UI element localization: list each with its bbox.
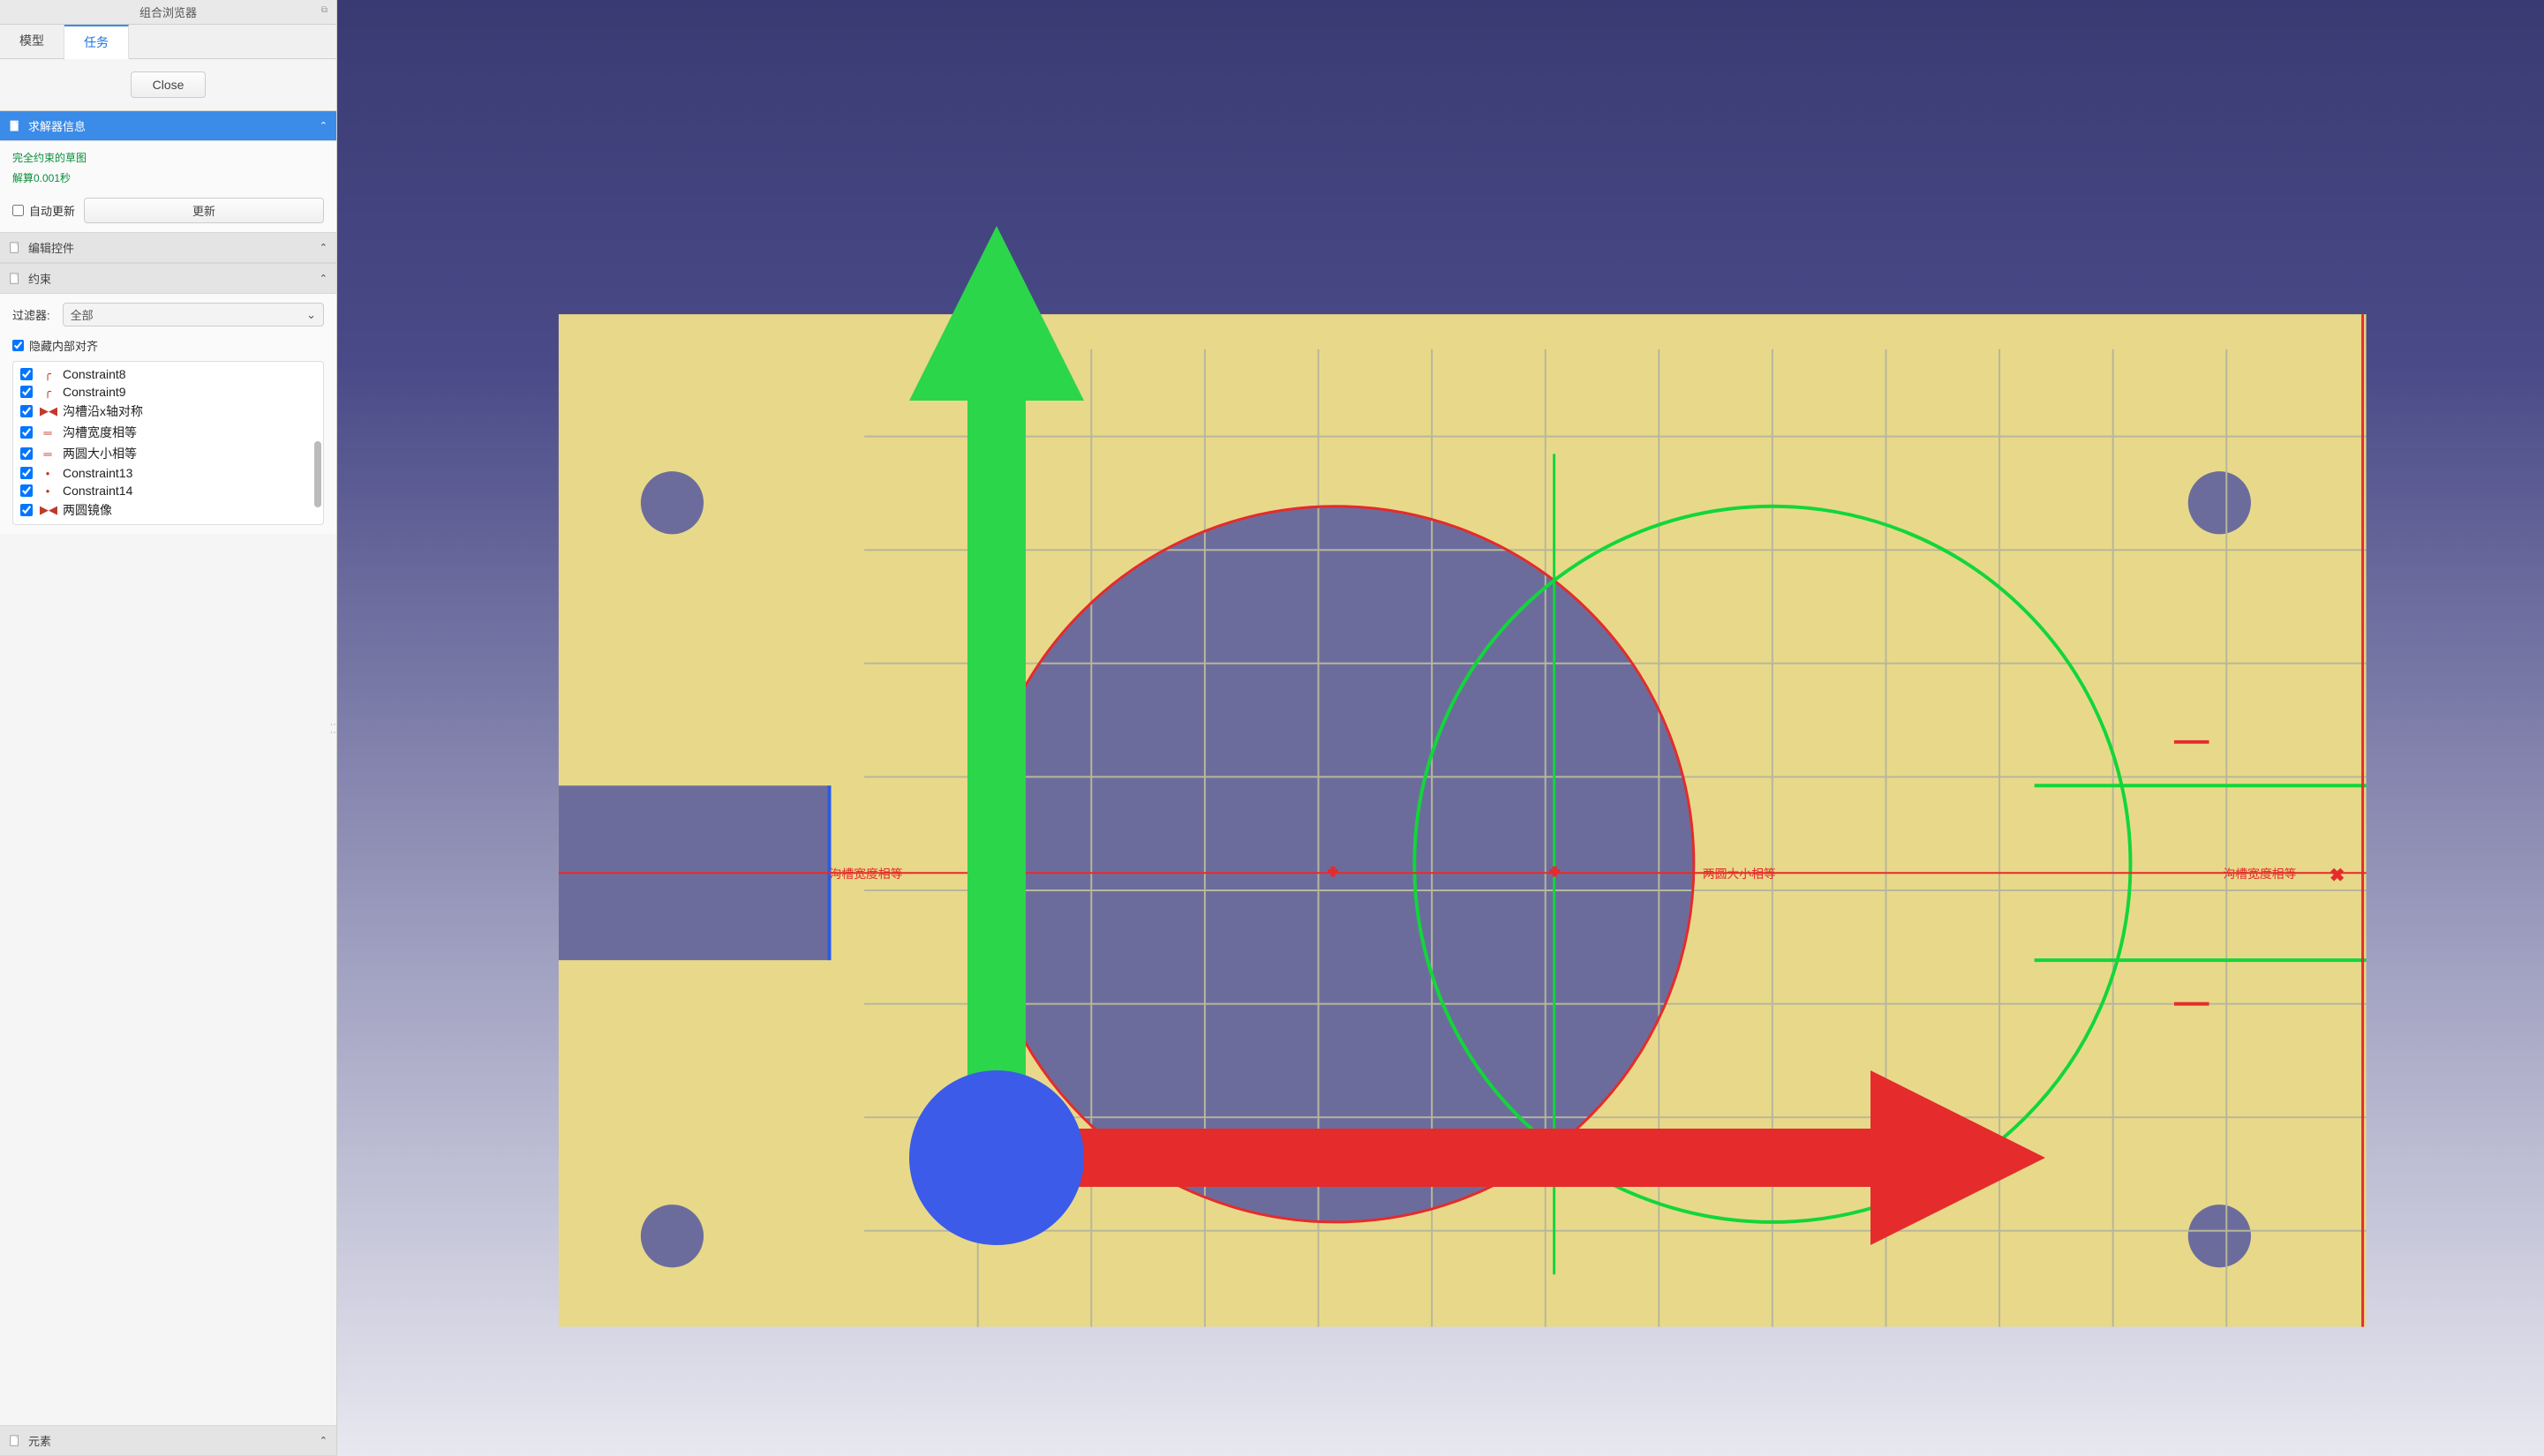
sidebar-title-bar: 组合浏览器 ⧉ <box>0 0 336 25</box>
3d-viewport[interactable]: ✕ + + 沟槽宽度相等 两圆大小相等 沟槽宽度相等 <box>337 0 2544 1456</box>
hide-internal-checkbox[interactable] <box>12 340 24 351</box>
constraint-checkbox[interactable] <box>20 467 33 479</box>
sidebar-tabs: 模型 任务 <box>0 25 336 59</box>
filter-label: 过滤器: <box>12 306 50 323</box>
solver-status-line2: 解算0.001秒 <box>12 170 324 185</box>
elements-panel-title: 元素 <box>28 1432 51 1449</box>
constraint-type-icon: • <box>40 467 56 480</box>
constraint-checkbox[interactable] <box>20 484 33 497</box>
document-icon <box>9 1435 21 1447</box>
constraint-item[interactable]: • Constraint14 <box>15 482 321 499</box>
constraints-panel-title: 约束 <box>28 270 51 287</box>
constraint-list[interactable]: ╭ Constraint8 ╭ Constraint9 ▶◀ 沟槽沿x轴对称 ═ 沟槽宽度相等… <box>12 361 324 525</box>
edit-widgets-panel-header[interactable]: 编辑控件 ⌃ <box>0 232 336 263</box>
close-button-row: Close <box>0 59 336 110</box>
chevron-down-icon: ⌄ <box>306 308 316 322</box>
constraint-checkbox[interactable] <box>20 426 33 439</box>
tab-tasks[interactable]: 任务 <box>64 25 129 59</box>
close-button[interactable]: Close <box>131 71 207 98</box>
constraint-checkbox[interactable] <box>20 368 33 380</box>
constraint-type-icon: ═ <box>40 447 56 461</box>
constraint-checkbox[interactable] <box>20 386 33 398</box>
constraint-label: 两圆镜像 <box>63 501 112 519</box>
chevron-up-icon: ⌃ <box>320 120 327 131</box>
chevron-up-icon: ⌃ <box>320 273 327 284</box>
auto-update-checkbox-label[interactable]: 自动更新 <box>12 202 75 219</box>
chevron-up-icon: ⌃ <box>320 1435 327 1446</box>
filter-select[interactable]: 全部 ⌄ <box>63 303 324 326</box>
constraint-label: Constraint8 <box>63 367 126 381</box>
solver-status-line1: 完全约束的草图 <box>12 150 324 165</box>
constraint-item[interactable]: ╭ Constraint9 <box>15 383 321 401</box>
document-icon <box>9 120 21 132</box>
constraints-panel-body: 过滤器: 全部 ⌄ 隐藏内部对齐 ╭ Constraint8 ╭ Constraint… <box>0 294 336 534</box>
constraint-label: Constraint9 <box>63 385 126 399</box>
constraint-item[interactable]: ▶◀ 沟槽沿x轴对称 <box>15 401 321 422</box>
solver-panel-body: 完全约束的草图 解算0.001秒 自动更新 更新 <box>0 141 336 232</box>
constraint-item[interactable]: ▶◀ 两圆镜像 <box>15 499 321 521</box>
sidebar-title: 组合浏览器 <box>139 4 197 20</box>
constraint-item[interactable]: ═ 两圆大小相等 <box>15 443 321 464</box>
constraint-type-icon: ▶◀ <box>40 404 56 418</box>
solver-panel-header[interactable]: 求解器信息 ⌃ <box>0 110 336 141</box>
scrollbar[interactable] <box>314 441 321 507</box>
constraint-label: 两圆大小相等 <box>63 445 137 462</box>
constraint-label: Constraint14 <box>63 484 132 498</box>
constraint-type-icon: • <box>40 484 56 498</box>
filter-value: 全部 <box>71 306 94 323</box>
constraint-type-icon: ╭ <box>40 385 56 399</box>
constraint-label: 沟槽宽度相等 <box>63 424 137 441</box>
elements-panel-header[interactable]: 元素 ⌃ <box>0 1425 336 1456</box>
document-icon <box>9 242 21 254</box>
document-icon <box>9 273 21 285</box>
axis-gizmo[interactable] <box>337 0 2537 1449</box>
constraint-label: Constraint13 <box>63 466 132 480</box>
combo-view-sidebar: 组合浏览器 ⧉ 模型 任务 Close 求解器信息 ⌃ 完全约束的草图 解算0.… <box>0 0 337 1456</box>
constraint-type-icon: ▶◀ <box>40 503 56 517</box>
constraint-type-icon: ╭ <box>40 367 56 381</box>
constraint-checkbox[interactable] <box>20 504 33 516</box>
constraint-item[interactable]: ═ 沟槽宽度相等 <box>15 422 321 443</box>
constraint-checkbox[interactable] <box>20 405 33 417</box>
auto-update-checkbox[interactable] <box>12 205 24 216</box>
edit-widgets-panel-title: 编辑控件 <box>28 239 74 256</box>
constraint-type-icon: ═ <box>40 426 56 439</box>
constraint-item[interactable]: • Constraint13 <box>15 464 321 482</box>
detach-icon[interactable]: ⧉ <box>321 5 327 15</box>
solver-panel-title: 求解器信息 <box>28 117 86 134</box>
constraint-checkbox[interactable] <box>20 447 33 460</box>
tab-model[interactable]: 模型 <box>0 25 64 58</box>
constraint-item[interactable]: ╭ Constraint8 <box>15 365 321 383</box>
hide-internal-label: 隐藏内部对齐 <box>29 337 98 354</box>
chevron-up-icon: ⌃ <box>320 242 327 253</box>
constraints-panel-header[interactable]: 约束 ⌃ <box>0 263 336 294</box>
constraint-label: 沟槽沿x轴对称 <box>63 402 143 420</box>
update-button[interactable]: 更新 <box>84 198 324 223</box>
